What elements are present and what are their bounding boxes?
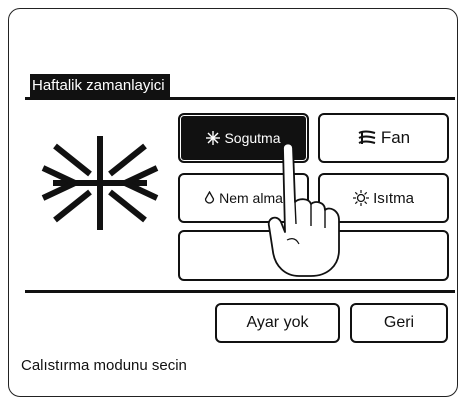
mode-fan-button[interactable]: Fan	[318, 113, 449, 163]
mode-fan-label: Fan	[380, 128, 411, 147]
status-message: Calıstırma modunu secin	[21, 357, 187, 374]
mode-auto-label: Oto	[311, 247, 334, 264]
divider-bottom	[25, 290, 455, 293]
snowflake-icon	[41, 136, 159, 230]
droplet-icon	[204, 191, 215, 205]
mode-heat-button[interactable]: Isıtma	[318, 173, 449, 223]
fan-icon	[357, 130, 377, 146]
mode-cool-label: Sogutma	[224, 130, 281, 146]
mode-dry-button[interactable]: Nem alma	[178, 173, 309, 223]
no-setting-button[interactable]: Ayar yok	[215, 303, 340, 343]
snowflake-icon	[206, 131, 221, 145]
back-button[interactable]: Geri	[350, 303, 448, 343]
mode-heat-label: Isıtma	[373, 189, 414, 207]
mode-dry-label: Nem alma	[219, 190, 283, 206]
divider-top	[25, 97, 455, 100]
page-title: Haftalik zamanlayici	[30, 74, 170, 98]
sun-icon	[353, 190, 370, 206]
mode-cool-button[interactable]: Sogutma	[178, 113, 309, 163]
mode-auto-button[interactable]: Oto	[178, 230, 449, 281]
auto-icon	[293, 249, 307, 263]
